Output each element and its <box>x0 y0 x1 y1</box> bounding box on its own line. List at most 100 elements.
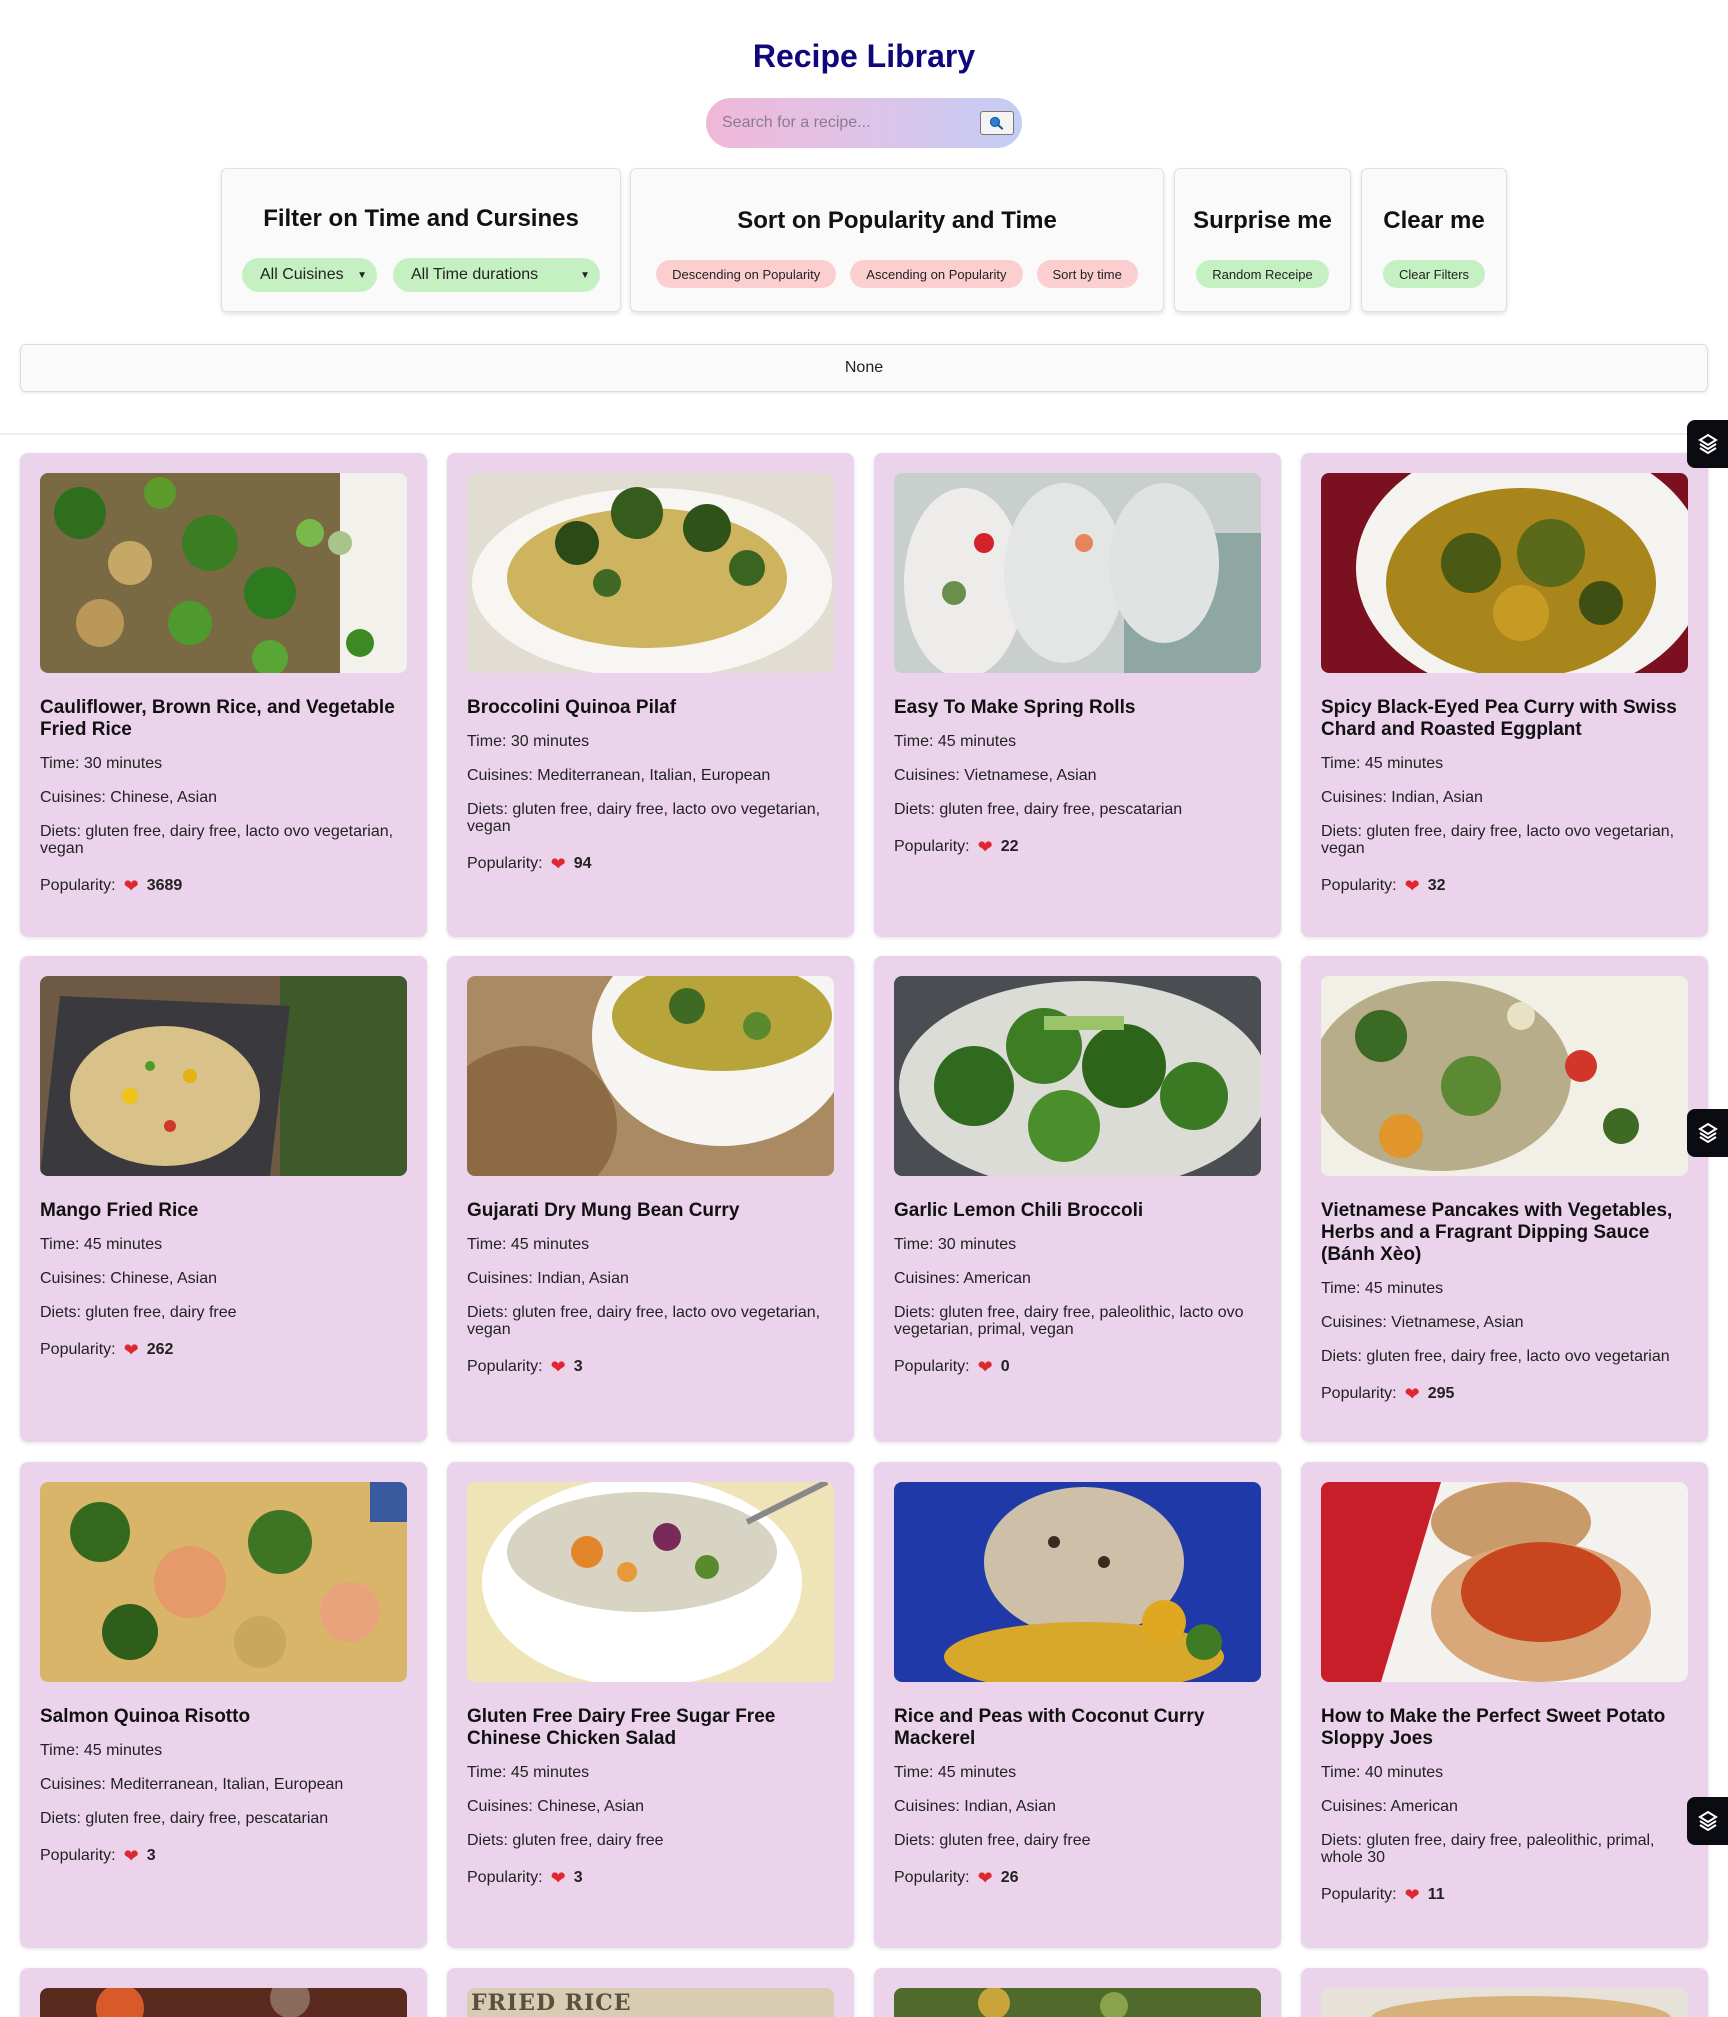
heart-icon: ❤ <box>1404 876 1420 896</box>
recipe-title: Spicy Black-Eyed Pea Curry with Swiss Ch… <box>1321 697 1677 740</box>
side-extension-button[interactable] <box>1687 1797 1728 1845</box>
heart-icon: ❤ <box>977 1868 993 1888</box>
recipe-image <box>1321 1482 1688 1682</box>
recipe-diets: Diets: gluten free, dairy free, pescatar… <box>894 801 1183 818</box>
recipe-card[interactable]: Salmon Quinoa Risotto Time: 45 minutes C… <box>20 1462 427 1948</box>
divider <box>0 433 1728 435</box>
heart-icon: ❤ <box>123 1340 139 1360</box>
recipe-time: Time: 40 minutes <box>1321 1764 1444 1781</box>
recipe-image <box>894 976 1261 1176</box>
recipe-card[interactable]: Easy To Make Spring Rolls Time: 45 minut… <box>874 453 1281 937</box>
chevron-down-icon: ▼ <box>580 269 590 281</box>
recipe-card[interactable]: Vietnamese Pancakes with Vegetables, Her… <box>1301 956 1708 1442</box>
recipe-card[interactable]: Rice and Peas with Coconut Curry Mackere… <box>874 1462 1281 1948</box>
side-extension-button[interactable] <box>1687 1109 1728 1157</box>
heart-icon: ❤ <box>977 1357 993 1377</box>
layers-icon <box>1697 1810 1718 1832</box>
recipe-cuisines: Cuisines: Chinese, Asian <box>40 789 217 806</box>
recipe-time: Time: 45 minutes <box>467 1236 590 1253</box>
recipe-popularity: Popularity: ❤ 3 <box>467 1357 583 1377</box>
heart-icon: ❤ <box>550 1868 566 1888</box>
recipe-time: Time: 45 minutes <box>467 1764 590 1781</box>
recipe-card[interactable]: Cauliflower, Brown Rice, and Vegetable F… <box>20 453 427 937</box>
recipe-image <box>1321 473 1688 673</box>
clear-filters-button[interactable]: Clear Filters <box>1382 260 1486 288</box>
surprise-panel-title: Surprise me <box>1193 207 1332 234</box>
time-select[interactable]: All Time durations ▼ <box>393 258 600 292</box>
recipe-title: Salmon Quinoa Risotto <box>40 1706 251 1727</box>
recipe-time: Time: 30 minutes <box>40 755 163 772</box>
recipe-card[interactable]: Gluten Free Dairy Free Sugar Free Chines… <box>447 1462 854 1948</box>
search-input[interactable] <box>722 114 980 132</box>
layers-icon <box>1697 433 1718 455</box>
recipe-image <box>40 976 407 1176</box>
sort-ascending-popularity-button[interactable]: Ascending on Popularity <box>850 260 1023 288</box>
recipe-image <box>40 1482 407 1682</box>
recipe-cuisines: Cuisines: Indian, Asian <box>467 1270 629 1287</box>
recipe-popularity: Popularity: ❤ 3 <box>467 1868 583 1888</box>
recipe-cuisines: Cuisines: Chinese, Asian <box>40 1270 217 1287</box>
filter-controls: All Cuisines ▼ All Time durations ▼ <box>222 258 620 292</box>
recipe-cuisines: Cuisines: American <box>1321 1798 1458 1815</box>
recipe-card[interactable] <box>1301 1968 1708 2017</box>
sort-controls: Descending on Popularity Ascending on Po… <box>631 260 1163 288</box>
recipe-image <box>894 1988 1261 2017</box>
recipe-card[interactable] <box>20 1968 427 2017</box>
clear-controls: Clear Filters <box>1362 260 1506 288</box>
recipe-image <box>894 473 1261 673</box>
surprise-panel: Surprise me Random Receipe <box>1174 168 1351 312</box>
recipe-diets: Diets: gluten free, dairy free, lacto ov… <box>467 801 821 835</box>
recipe-popularity: Popularity: ❤ 32 <box>1321 876 1446 896</box>
recipe-card[interactable] <box>874 1968 1281 2017</box>
recipe-image <box>40 1988 407 2017</box>
page-title: Recipe Library <box>752 38 976 74</box>
recipe-diets: Diets: gluten free, dairy free, paleolit… <box>1321 1832 1655 1866</box>
sort-by-time-button[interactable]: Sort by time <box>1036 260 1138 288</box>
recipe-card[interactable]: How to Make the Perfect Sweet Potato Slo… <box>1301 1462 1708 1948</box>
recipe-image: FRIED RICE <box>467 1988 834 2017</box>
recipe-card[interactable]: Gujarati Dry Mung Bean Curry Time: 45 mi… <box>447 956 854 1442</box>
recipe-cuisines: Cuisines: Vietnamese, Asian <box>1321 1314 1524 1331</box>
search-button[interactable] <box>980 111 1014 135</box>
recipe-popularity: Popularity: ❤ 11 <box>1321 1885 1445 1905</box>
sort-descending-popularity-button[interactable]: Descending on Popularity <box>656 260 837 288</box>
recipe-cuisines: Cuisines: Mediterranean, Italian, Europe… <box>467 767 771 784</box>
random-recipe-button[interactable]: Random Receipe <box>1196 260 1329 288</box>
chevron-down-icon: ▼ <box>357 269 367 281</box>
recipe-image <box>40 473 407 673</box>
recipe-time: Time: 45 minutes <box>894 1764 1017 1781</box>
recipe-diets: Diets: gluten free, dairy free <box>894 1832 1091 1849</box>
recipe-diets: Diets: gluten free, dairy free, paleolit… <box>894 1304 1244 1338</box>
recipe-image <box>1321 1988 1688 2017</box>
cuisine-select[interactable]: All Cuisines ▼ <box>242 258 377 292</box>
heart-icon: ❤ <box>123 1846 139 1866</box>
filter-panel: Filter on Time and Cursines All Cuisines… <box>221 168 621 312</box>
recipe-card[interactable]: FRIED RICE <box>447 1968 854 2017</box>
heart-icon: ❤ <box>1404 1885 1420 1905</box>
sort-panel-title: Sort on Popularity and Time <box>737 207 1057 234</box>
recipe-diets: Diets: gluten free, dairy free, lacto ov… <box>1321 823 1675 857</box>
recipe-card[interactable]: Broccolini Quinoa Pilaf Time: 30 minutes… <box>447 453 854 937</box>
recipe-title: Mango Fried Rice <box>40 1200 199 1221</box>
recipe-diets: Diets: gluten free, dairy free <box>40 1304 237 1321</box>
recipe-card[interactable]: Mango Fried Rice Time: 45 minutes Cuisin… <box>20 956 427 1442</box>
heart-icon: ❤ <box>1404 1384 1420 1404</box>
search-bar <box>706 98 1022 148</box>
layers-icon <box>1697 1122 1718 1144</box>
recipe-popularity: Popularity: ❤ 94 <box>467 854 592 874</box>
recipe-popularity: Popularity: ❤ 3689 <box>40 876 183 896</box>
recipe-popularity: Popularity: ❤ 3 <box>40 1846 156 1866</box>
status-bar: None <box>20 344 1708 392</box>
recipe-popularity: Popularity: ❤ 295 <box>1321 1384 1455 1404</box>
heart-icon: ❤ <box>977 837 993 857</box>
recipe-diets: Diets: gluten free, dairy free, lacto ov… <box>40 823 394 857</box>
recipe-title: Broccolini Quinoa Pilaf <box>467 697 677 718</box>
recipe-title: Rice and Peas with Coconut Curry Mackere… <box>894 1706 1205 1749</box>
surprise-controls: Random Receipe <box>1175 260 1350 288</box>
recipe-popularity: Popularity: ❤ 262 <box>40 1340 174 1360</box>
recipe-card[interactable]: Spicy Black-Eyed Pea Curry with Swiss Ch… <box>1301 453 1708 937</box>
side-extension-button[interactable] <box>1687 420 1728 468</box>
recipe-diets: Diets: gluten free, dairy free, lacto ov… <box>1321 1348 1670 1365</box>
heart-icon: ❤ <box>550 1357 566 1377</box>
recipe-card[interactable]: Garlic Lemon Chili Broccoli Time: 30 min… <box>874 956 1281 1442</box>
